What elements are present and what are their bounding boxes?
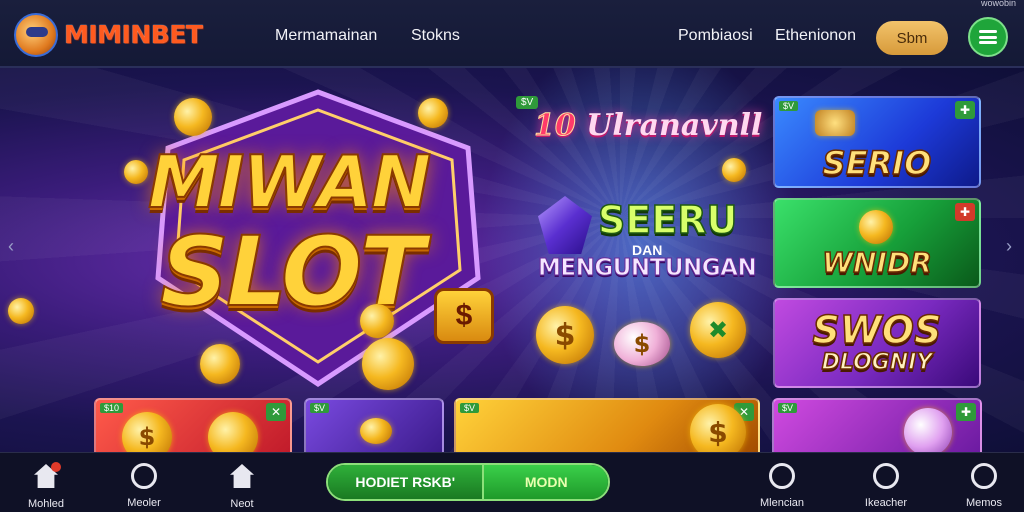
search-icon (129, 463, 159, 493)
nav-link-extra[interactable]: Ethenionon (775, 27, 856, 45)
game-tile-bottom-1[interactable]: $10 ✕ $ (94, 398, 292, 452)
bottom-nav-next[interactable]: Neot (202, 461, 282, 510)
tile-label: SWOS (812, 307, 942, 353)
dollar-coin-icon: $ (690, 404, 746, 452)
game-tile-serio[interactable]: $V ✚ SERIO (773, 96, 981, 188)
brand-mascot-logo[interactable] (14, 13, 58, 57)
deposit-button[interactable]: HODIET RSKB' (328, 465, 483, 499)
coin-icon (360, 304, 394, 338)
house-icon (227, 464, 257, 494)
plus-icon[interactable]: ✚ (955, 203, 975, 221)
plus-icon[interactable]: ✚ (955, 101, 975, 119)
home-icon (31, 462, 61, 494)
close-icon[interactable]: ✕ (266, 403, 286, 421)
top-header: MIMINBET Mermamainan Stokns Pombiaosi Et… (0, 0, 1024, 68)
cta-button-group: HODIET RSKB' MODN (326, 463, 610, 501)
page: MIMINBET Mermamainan Stokns Pombiaosi Et… (0, 0, 1024, 512)
dollar-coin-icon: $ (614, 322, 670, 366)
tile-tag: $V (778, 403, 798, 413)
coin-icon (8, 298, 34, 324)
notification-dot (51, 462, 61, 472)
chat-icon (969, 463, 999, 493)
game-tile-swos[interactable]: SWOS DLOGNIY (773, 298, 981, 388)
coin-icon (904, 408, 952, 452)
promo-script-line: 10 Ulranavnll (534, 108, 763, 144)
brand-name[interactable]: MIMINBET (64, 20, 203, 49)
tile-label: SERIO (822, 143, 932, 183)
bottom-nav-search[interactable]: Meoler (104, 461, 184, 509)
dollar-badge-icon: $ (434, 288, 494, 344)
promo-number: 10 (534, 108, 577, 144)
bottom-nav-bar: Mohled Meoler Neot HODIET RSKB' MODN Mle… (0, 452, 1024, 512)
carousel-next-icon[interactable]: › (1006, 236, 1012, 257)
coin-icon (722, 158, 746, 182)
coin-icon (200, 344, 240, 384)
game-tile-bottom-2[interactable]: $V (304, 398, 444, 452)
nav-link-games[interactable]: Mermamainan (275, 27, 377, 45)
mode-button[interactable]: MODN (482, 465, 608, 499)
coin-icon (815, 110, 855, 136)
coin-icon (124, 160, 148, 184)
tile-tag: $V (460, 403, 480, 413)
promo-headline: SEERU (597, 197, 738, 243)
plus-icon[interactable]: ✚ (956, 403, 976, 421)
tile-tag: $V (310, 403, 330, 413)
hero-banner[interactable]: ‹ › MIWAN SLOT $ $V 10 Ulranavnll SEERU … (0, 68, 1024, 452)
coin-icon (174, 98, 212, 136)
coin-icon (418, 98, 448, 128)
menu-button[interactable] (968, 17, 1008, 57)
clover-coin-icon: ✖ (690, 302, 746, 358)
bottom-nav-label: Meoler (127, 497, 161, 509)
dollar-coin-icon: $ (536, 306, 594, 364)
nav-link-slots[interactable]: Stokns (411, 27, 460, 45)
carousel-prev-icon[interactable]: ‹ (8, 236, 14, 257)
tile-label: WNIDR (821, 245, 932, 280)
bottom-nav-label: Mlencian (759, 497, 805, 509)
dollar-coin-icon: $ (122, 412, 172, 452)
bottom-nav-label: Ikeacher (864, 497, 908, 509)
bottom-nav-label: Mohled (27, 498, 65, 510)
bottom-nav-label: Neot (230, 498, 254, 510)
user-icon (767, 463, 797, 493)
coin-icon (360, 418, 392, 444)
coin-icon (208, 412, 258, 452)
star-badge-icon (871, 463, 901, 493)
tile-label: DLOGNIY (821, 349, 933, 376)
game-tile-bottom-3[interactable]: $V ✕ $ (454, 398, 760, 452)
hero-title-line1: MIWAN (147, 139, 432, 225)
bottom-nav-teacher[interactable]: Ikeacher (846, 461, 926, 509)
bottom-nav-home[interactable]: Mohled (6, 461, 86, 510)
tile-tag: $V (779, 101, 799, 111)
bottom-nav-member[interactable]: Mlencian (742, 461, 822, 509)
promo-script-text: Ulranavnll (586, 108, 763, 143)
bottom-nav-label: Memos (965, 497, 1003, 509)
game-tile-bottom-4[interactable]: $V ✚ (772, 398, 982, 452)
coin-icon (362, 338, 414, 390)
bottom-nav-memos[interactable]: Memos (944, 461, 1024, 509)
coin-icon (859, 210, 893, 244)
tile-tag: $10 (100, 403, 124, 413)
nav-link-promotions[interactable]: Pombiaosi (678, 27, 753, 45)
promo-subheadline: MENGUNTUNGAN (537, 255, 757, 282)
hamburger-icon (979, 30, 997, 44)
login-button[interactable]: Sbm (876, 21, 948, 55)
game-tile-wnidr[interactable]: ✚ WNIDR (773, 198, 981, 288)
corner-text: wowobin (980, 0, 1016, 8)
